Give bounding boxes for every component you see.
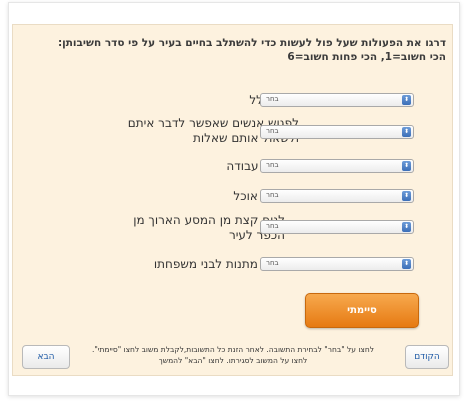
- prev-button[interactable]: הקודם: [405, 345, 449, 369]
- question-text: דרגו את הפעולות שעל פול לעשות כדי להשתלב…: [57, 37, 446, 63]
- select-value: בחר: [266, 161, 279, 169]
- ranking-row-6: לקנות מתנות לבני משפחתו בחר ⬍: [0, 257, 465, 287]
- chevron-updown-icon: ⬍: [402, 191, 411, 201]
- chevron-updown-icon: ⬍: [402, 259, 411, 269]
- done-button[interactable]: סיימתי: [305, 293, 419, 328]
- rank-select-2[interactable]: בחר ⬍: [260, 125, 414, 139]
- select-value: בחר: [266, 259, 279, 267]
- chevron-updown-icon: ⬍: [402, 222, 411, 232]
- select-value: בחר: [266, 95, 279, 103]
- item-label: לנוח קצת מן המסע הארוך מן הכפר לעיר: [133, 213, 285, 242]
- ranking-row-5: לנוח קצת מן המסע הארוך מן הכפר לעיר בחר …: [0, 213, 465, 243]
- chevron-updown-icon: ⬍: [402, 161, 411, 171]
- rank-select-3[interactable]: בחר ⬍: [260, 159, 414, 173]
- select-value: בחר: [266, 222, 279, 230]
- rank-select-5[interactable]: בחר ⬍: [260, 220, 414, 234]
- select-value: בחר: [266, 127, 279, 135]
- rank-select-1[interactable]: בחר ⬍: [260, 93, 414, 107]
- ranking-row-3: לחפש עבודה בחר ⬍: [0, 159, 465, 189]
- rank-select-4[interactable]: בחר ⬍: [260, 189, 414, 203]
- rank-select-6[interactable]: בחר ⬍: [260, 257, 414, 271]
- next-button[interactable]: הבא: [22, 345, 70, 369]
- select-value: בחר: [266, 191, 279, 199]
- chevron-updown-icon: ⬍: [402, 127, 411, 137]
- instructions-text: לחצו על "בחר" לבחירת התשובה. לאחר הזנת כ…: [91, 345, 375, 365]
- chevron-updown-icon: ⬍: [402, 95, 411, 105]
- ranking-row-2: לפגוש אנשים שאפשר לדבר איתם ולשאול אותם …: [0, 116, 465, 146]
